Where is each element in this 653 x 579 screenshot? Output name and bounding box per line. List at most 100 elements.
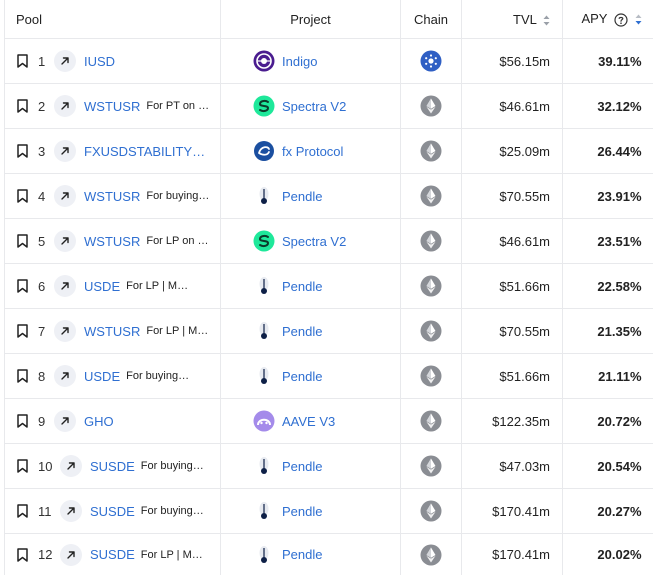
open-pool-link-icon[interactable] bbox=[54, 230, 76, 252]
pool-cell: 6 USDE For LP | Maturity bbox=[4, 263, 221, 309]
apy-value: 23.91% bbox=[562, 173, 653, 219]
project-link[interactable]: Pendle bbox=[282, 547, 322, 562]
project-cell: AAVE V3 bbox=[220, 398, 401, 444]
project-link[interactable]: Pendle bbox=[282, 324, 322, 339]
rank-number: 1 bbox=[38, 53, 46, 69]
ethereum-logo-icon[interactable] bbox=[420, 410, 442, 432]
apy-value: 23.51% bbox=[562, 218, 653, 264]
pool-name-link[interactable]: SUSDE bbox=[90, 459, 135, 474]
open-pool-link-icon[interactable] bbox=[60, 543, 82, 566]
table-row[interactable]: 11 SUSDE For buying PT-sUSDe Pendle $170… bbox=[4, 488, 653, 534]
pool-name-link[interactable]: WSTUSR bbox=[84, 234, 140, 249]
table-row[interactable]: 10 SUSDE For buying PT-sUSDe Pendle $47.… bbox=[4, 443, 653, 489]
project-link[interactable]: Spectra V2 bbox=[282, 234, 346, 249]
bookmark-icon[interactable] bbox=[17, 189, 28, 203]
table-row[interactable]: 4 WSTUSR For buying PT-wstUSR Pendle $70… bbox=[4, 173, 653, 219]
pool-name-link[interactable]: WSTUSR bbox=[84, 99, 140, 114]
project-cell: Pendle bbox=[220, 443, 401, 489]
ethereum-logo-icon[interactable] bbox=[420, 95, 442, 117]
pool-name-link[interactable]: IUSD bbox=[84, 54, 115, 69]
bookmark-icon[interactable] bbox=[17, 144, 28, 158]
pool-cell: 8 USDE For buying PT-USDe bbox=[4, 353, 221, 399]
pool-name-link[interactable]: GHO bbox=[84, 414, 114, 429]
pool-name-link[interactable]: FXUSDSTABILITYPOOL bbox=[84, 144, 212, 159]
bookmark-icon[interactable] bbox=[17, 234, 28, 248]
bookmark-icon[interactable] bbox=[17, 504, 28, 518]
project-link[interactable]: Pendle bbox=[282, 369, 322, 384]
table-row[interactable]: 7 WSTUSR For LP | Maturity Pendle $70.55… bbox=[4, 308, 653, 354]
open-pool-link-icon[interactable] bbox=[60, 455, 82, 477]
pool-meta: For buying PT-USDe bbox=[126, 370, 192, 382]
ethereum-logo-icon[interactable] bbox=[420, 320, 442, 342]
bookmark-icon[interactable] bbox=[17, 279, 28, 293]
project-cell: Pendle bbox=[220, 488, 401, 534]
table-row[interactable]: 6 USDE For LP | Maturity Pendle $51.66m … bbox=[4, 263, 653, 309]
tvl-value: $122.35m bbox=[461, 398, 563, 444]
rank-number: 12 bbox=[38, 547, 53, 562]
project-link[interactable]: fx Protocol bbox=[282, 144, 343, 159]
project-link[interactable]: Indigo bbox=[282, 54, 317, 69]
project-cell: Pendle bbox=[220, 263, 401, 309]
open-pool-link-icon[interactable] bbox=[60, 500, 82, 522]
pool-meta: For buying PT-sUSDe bbox=[140, 505, 207, 517]
open-pool-link-icon[interactable] bbox=[54, 365, 76, 387]
open-pool-link-icon[interactable] bbox=[54, 320, 76, 342]
table-row[interactable]: 12 SUSDE For LP | Maturity Pendle $170.4… bbox=[4, 533, 653, 575]
sort-active-icon[interactable] bbox=[635, 14, 642, 25]
ethereum-logo-icon[interactable] bbox=[420, 230, 442, 252]
bookmark-icon[interactable] bbox=[17, 414, 28, 428]
apy-value: 20.72% bbox=[562, 398, 653, 444]
bookmark-icon[interactable] bbox=[17, 54, 28, 68]
project-link[interactable]: Pendle bbox=[282, 189, 322, 204]
pool-name-link[interactable]: USDE bbox=[84, 369, 120, 384]
header-apy[interactable]: APY bbox=[562, 0, 653, 39]
header-project[interactable]: Project bbox=[220, 0, 401, 39]
ethereum-logo-icon[interactable] bbox=[420, 455, 442, 477]
pool-name-link[interactable]: WSTUSR bbox=[84, 189, 140, 204]
table-row[interactable]: 9 GHO AAVE V3 $122.35m 20.72% bbox=[4, 398, 653, 444]
table-row[interactable]: 1 IUSD Indigo $56.15m 39.11% bbox=[4, 38, 653, 84]
ethereum-logo-icon[interactable] bbox=[420, 140, 442, 162]
open-pool-link-icon[interactable] bbox=[54, 185, 76, 207]
table-row[interactable]: 8 USDE For buying PT-USDe Pendle $51.66m… bbox=[4, 353, 653, 399]
table-row[interactable]: 5 WSTUSR For LP on Spectra Spectra V2 $4… bbox=[4, 218, 653, 264]
bookmark-icon[interactable] bbox=[17, 369, 28, 383]
bookmark-icon[interactable] bbox=[17, 324, 28, 338]
pool-name-link[interactable]: USDE bbox=[84, 279, 120, 294]
bookmark-icon[interactable] bbox=[17, 459, 28, 473]
pool-name-link[interactable]: SUSDE bbox=[90, 504, 135, 519]
table-row[interactable]: 3 FXUSDSTABILITYPOOL fx Protocol $25.09m… bbox=[4, 128, 653, 174]
bookmark-icon[interactable] bbox=[17, 99, 28, 113]
pool-cell: 7 WSTUSR For LP | Maturity bbox=[4, 308, 221, 354]
sort-icon[interactable] bbox=[543, 15, 550, 26]
bookmark-icon[interactable] bbox=[17, 547, 28, 562]
cardano-logo-icon[interactable] bbox=[420, 50, 442, 72]
pool-name-link[interactable]: SUSDE bbox=[90, 547, 135, 562]
header-tvl[interactable]: TVL bbox=[461, 0, 563, 39]
project-link[interactable]: AAVE V3 bbox=[282, 414, 335, 429]
open-pool-link-icon[interactable] bbox=[54, 50, 76, 72]
rank-number: 5 bbox=[38, 233, 46, 249]
header-pool[interactable]: Pool bbox=[4, 0, 221, 39]
spectra-logo-icon bbox=[253, 230, 275, 252]
project-link[interactable]: Pendle bbox=[282, 504, 322, 519]
pool-name-link[interactable]: WSTUSR bbox=[84, 324, 140, 339]
header-chain[interactable]: Chain bbox=[400, 0, 462, 39]
open-pool-link-icon[interactable] bbox=[54, 140, 76, 162]
open-pool-link-icon[interactable] bbox=[54, 275, 76, 297]
ethereum-logo-icon[interactable] bbox=[420, 544, 442, 566]
open-pool-link-icon[interactable] bbox=[54, 410, 76, 432]
project-link[interactable]: Pendle bbox=[282, 279, 322, 294]
project-link[interactable]: Pendle bbox=[282, 459, 322, 474]
ethereum-logo-icon[interactable] bbox=[420, 185, 442, 207]
open-pool-link-icon[interactable] bbox=[54, 95, 76, 117]
ethereum-logo-icon[interactable] bbox=[420, 275, 442, 297]
table-row[interactable]: 2 WSTUSR For PT on Spectra Spectra V2 $4… bbox=[4, 83, 653, 129]
ethereum-logo-icon[interactable] bbox=[420, 500, 442, 522]
project-link[interactable]: Spectra V2 bbox=[282, 99, 346, 114]
ethereum-logo-icon[interactable] bbox=[420, 365, 442, 387]
help-icon[interactable] bbox=[614, 13, 628, 27]
rank-number: 6 bbox=[38, 278, 46, 294]
pendle-logo-icon bbox=[253, 320, 275, 342]
tvl-value: $51.66m bbox=[461, 353, 563, 399]
